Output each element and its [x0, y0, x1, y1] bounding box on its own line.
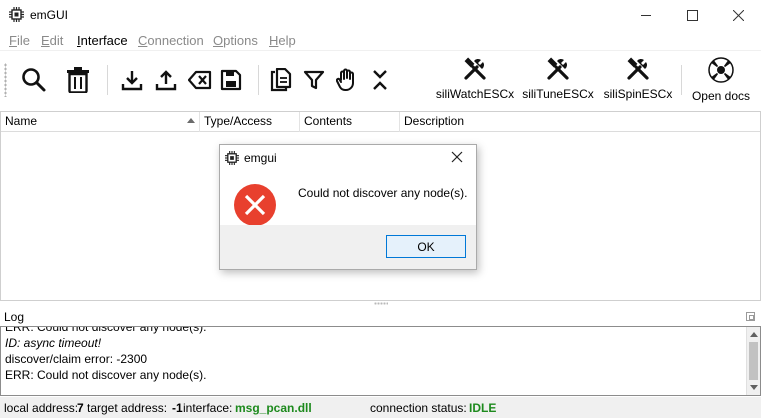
hand-icon [336, 68, 354, 91]
tool-label: siliSpinESCx [603, 87, 673, 101]
collapse-icon [373, 70, 387, 90]
upload-icon [155, 70, 177, 91]
tool-silispinescx[interactable]: siliSpinESCx [603, 57, 673, 105]
log-title: Log [4, 310, 25, 324]
dialog-titlebar: emgui [220, 145, 476, 170]
upload-button[interactable] [151, 65, 181, 95]
dialog-title: emgui [244, 151, 277, 165]
tree-header: Name Type/Access Contents Description [1, 112, 760, 132]
tool-silituneescx[interactable]: siliTuneESCx [522, 57, 594, 105]
close-icon[interactable] [450, 150, 464, 164]
menu-edit[interactable]: Edit [41, 33, 63, 48]
grab-button[interactable] [332, 65, 362, 95]
menu-connection[interactable]: Connection [138, 33, 204, 48]
column-name[interactable]: Name [1, 112, 200, 132]
column-contents-label: Contents [304, 114, 353, 128]
ok-button[interactable]: OK [386, 235, 466, 258]
minimize-button[interactable] [623, 0, 669, 30]
column-name-label: Name [5, 114, 38, 128]
save-icon [220, 69, 242, 91]
toolbar: siliWatchESCx siliTuneESCx siliSpinESCx [0, 50, 761, 108]
chip-icon [225, 151, 239, 165]
clear-button[interactable] [185, 65, 215, 95]
undock-icon[interactable] [746, 312, 755, 321]
target-address-value: -1 [172, 401, 183, 415]
open-docs-label: Open docs [691, 89, 751, 103]
connection-status-value: IDLE [469, 401, 497, 415]
local-address-value: 7 [77, 401, 84, 415]
maximize-button[interactable] [669, 0, 715, 30]
menu-file[interactable]: File [9, 33, 30, 48]
wrench-hammer-icon [464, 57, 486, 80]
trash-icon [67, 67, 89, 93]
clear-icon [188, 70, 212, 90]
error-icon [234, 184, 276, 226]
filter-button[interactable] [299, 65, 329, 95]
delete-button[interactable] [63, 65, 93, 95]
paste-button[interactable] [266, 65, 296, 95]
chip-icon [9, 7, 24, 22]
dialog-footer: OK [220, 225, 476, 269]
log-line: ERR: Could not discover any node(s). [5, 368, 207, 382]
interface-value: msg_pcan.dll [235, 401, 312, 415]
scroll-down-icon[interactable] [750, 385, 758, 390]
column-description-label: Description [404, 114, 465, 128]
dialog-message: Could not discover any node(s). [298, 186, 468, 200]
download-icon [121, 71, 143, 91]
window-title: emGUI [30, 8, 69, 22]
column-type-label: Type/Access [204, 114, 273, 128]
tool-label: siliWatchESCx [435, 87, 515, 101]
maximize-icon [686, 9, 698, 21]
dialog-body: Could not discover any node(s). [220, 170, 476, 226]
minimize-icon [640, 14, 651, 16]
log-line: ID: async timeout! [5, 336, 102, 350]
menu-options[interactable]: Options [213, 33, 258, 48]
download-button[interactable] [117, 65, 147, 95]
column-description[interactable]: Description [400, 112, 760, 132]
log-line: ERR: Could not discover any node(s). [5, 326, 207, 334]
close-window-button[interactable] [715, 0, 761, 30]
target-address-label: target address: [87, 401, 168, 415]
scroll-up-icon[interactable] [750, 332, 758, 337]
splitter-handle[interactable] [374, 302, 388, 305]
search-icon [22, 68, 46, 92]
window-titlebar: emGUI [0, 0, 761, 30]
column-contents[interactable]: Contents [300, 112, 400, 132]
menu-interface[interactable]: Interface [77, 33, 128, 48]
paste-icon [270, 68, 292, 92]
menu-bar: File Edit Interface Connection Options H… [0, 30, 761, 50]
error-dialog: emgui Could not discover any node(s). OK [219, 144, 477, 270]
log-lines: ERR: Could not discover any node(s). ID:… [5, 326, 740, 383]
toolbar-separator [107, 65, 108, 95]
interface-label: interface: [183, 401, 233, 415]
wrench-hammer-icon [547, 57, 569, 80]
connection-status-label: connection status: [370, 401, 467, 415]
filter-icon [303, 70, 325, 90]
wrench-hammer-icon [627, 57, 649, 80]
lifebuoy-icon [708, 57, 734, 83]
log-scrollbar[interactable] [746, 327, 760, 395]
sort-ascending-icon [187, 118, 195, 123]
scroll-thumb[interactable] [749, 342, 758, 380]
collapse-button[interactable] [365, 65, 395, 95]
column-type-access[interactable]: Type/Access [200, 112, 300, 132]
tool-siliwatchescx[interactable]: siliWatchESCx [436, 57, 514, 105]
tool-label: siliTuneESCx [522, 87, 594, 101]
log-panel[interactable]: ERR: Could not discover any node(s). ID:… [0, 326, 761, 396]
local-address-label: local address: [4, 401, 79, 415]
menu-help[interactable]: Help [269, 33, 296, 48]
toolbar-separator [258, 65, 259, 95]
save-button[interactable] [216, 65, 246, 95]
toolbar-grip[interactable] [4, 63, 7, 97]
open-docs-button[interactable]: Open docs [688, 57, 754, 105]
status-bar: local address: 7 target address: -1 inte… [0, 397, 761, 418]
close-icon [732, 9, 744, 21]
toolbar-separator [681, 65, 682, 95]
log-line: discover/claim error: -2300 [5, 352, 148, 366]
search-button[interactable] [19, 65, 49, 95]
